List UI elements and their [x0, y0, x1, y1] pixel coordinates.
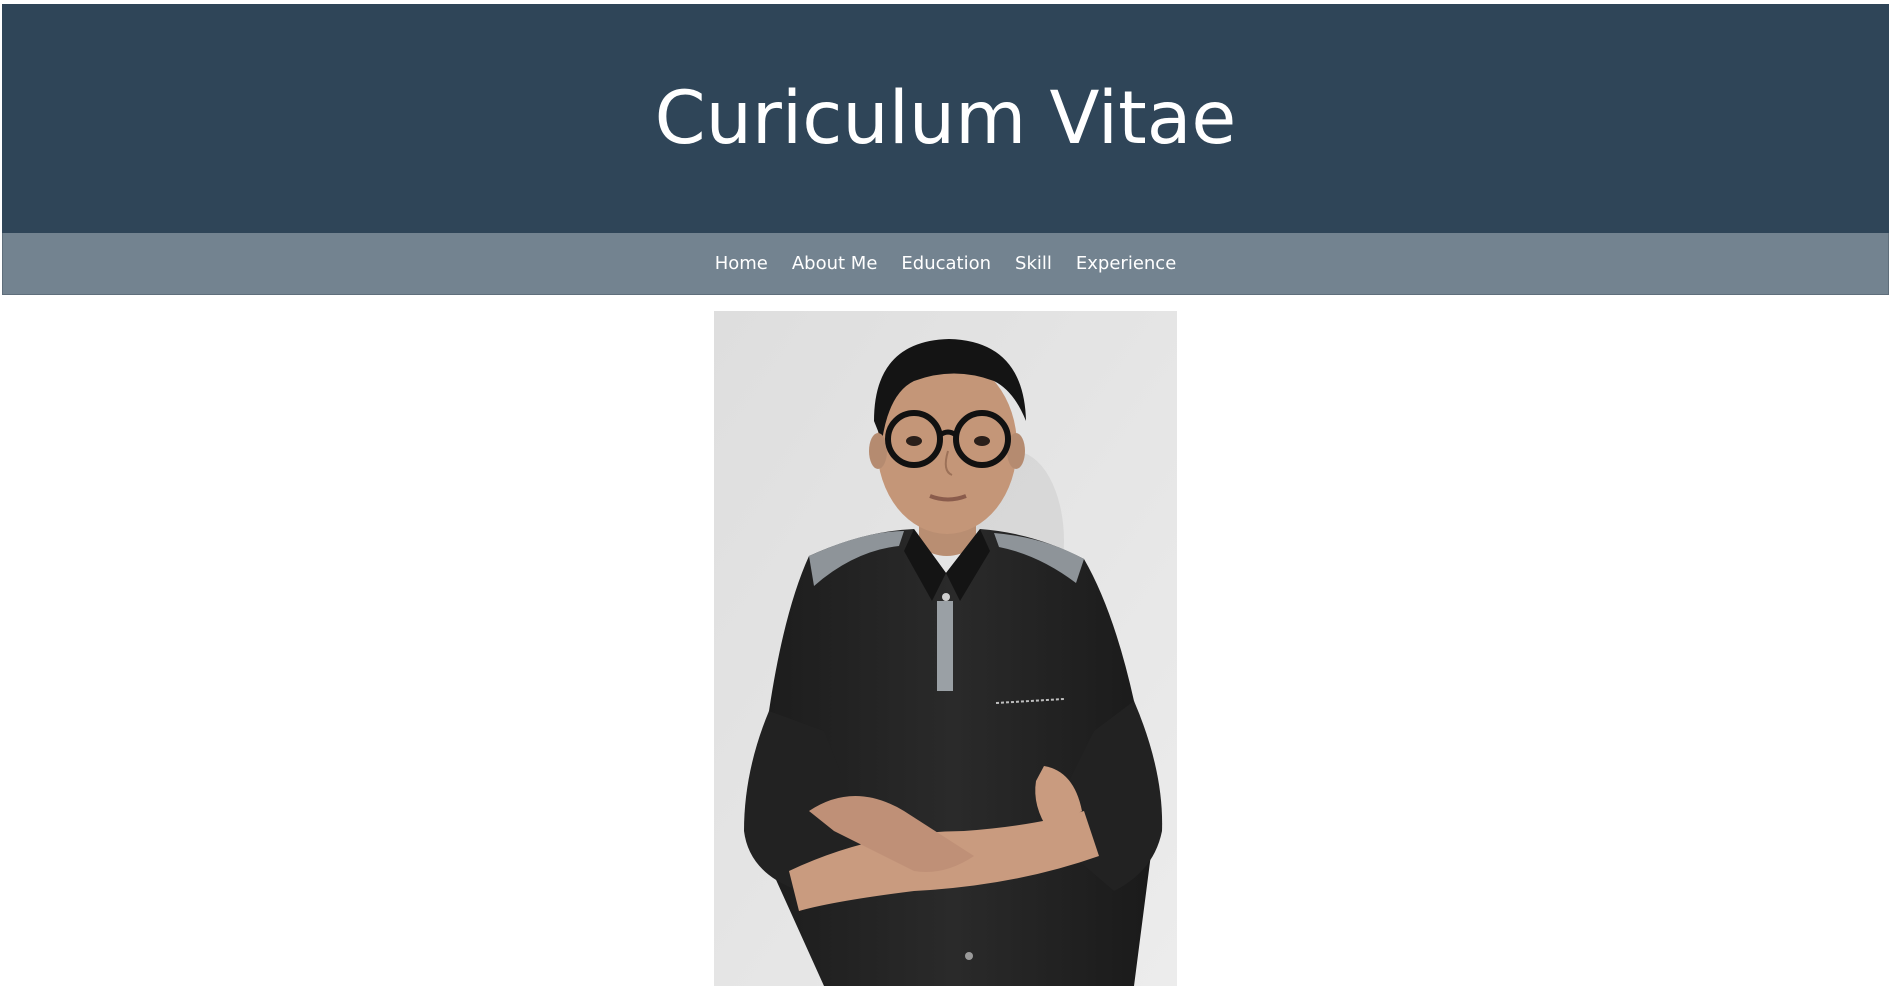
nav-link-home[interactable]: Home — [715, 251, 768, 276]
page: Curiculum Vitae Home About Me Education … — [0, 0, 1893, 991]
nav-link-experience[interactable]: Experience — [1076, 251, 1176, 276]
nav-link-education[interactable]: Education — [901, 251, 991, 276]
main-navigation: Home About Me Education Skill Experience — [2, 233, 1889, 295]
nav-link-about-me[interactable]: About Me — [792, 251, 878, 276]
profile-photo-illustration — [714, 311, 1177, 986]
page-title: Curiculum Vitae — [654, 76, 1237, 161]
site-header: Curiculum Vitae — [2, 4, 1889, 233]
profile-photo — [714, 311, 1177, 986]
nav-link-skill[interactable]: Skill — [1015, 251, 1052, 276]
